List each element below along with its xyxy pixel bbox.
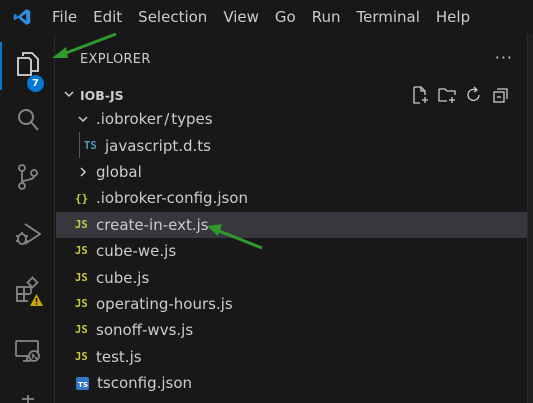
tree-file-operating-hours-js[interactable]: JS operating-hours.js xyxy=(56,291,527,317)
activity-bar: 7 xyxy=(0,34,55,403)
editor-edge xyxy=(527,34,533,403)
run-debug-icon xyxy=(14,220,42,252)
section-actions xyxy=(410,84,511,106)
file-label: test.js xyxy=(96,347,142,366)
new-folder-icon[interactable] xyxy=(437,85,457,105)
folder-label-sub: types xyxy=(171,110,213,129)
workspace-title: IOB-JS xyxy=(80,87,124,103)
menu-edit[interactable]: Edit xyxy=(85,0,130,34)
menu-selection[interactable]: Selection xyxy=(130,0,215,34)
menu-go[interactable]: Go xyxy=(267,0,304,34)
file-label: tsconfig.json xyxy=(97,374,193,393)
menu-terminal[interactable]: Terminal xyxy=(349,0,428,34)
javascript-file-icon: JS xyxy=(75,245,88,258)
menu-help[interactable]: Help xyxy=(428,0,478,34)
refresh-icon[interactable] xyxy=(464,85,484,105)
chevron-down-icon xyxy=(62,87,76,104)
activity-source-control[interactable] xyxy=(0,155,55,203)
tree-file-test-js[interactable]: JS test.js xyxy=(56,344,527,370)
javascript-file-icon: JS xyxy=(75,350,88,363)
new-file-icon[interactable] xyxy=(410,85,430,105)
chevron-down-icon xyxy=(76,112,90,126)
tree-file-create-in-ext-js[interactable]: JS create-in-ext.js xyxy=(56,211,527,238)
partial-icon xyxy=(18,379,38,403)
javascript-file-icon: JS xyxy=(75,271,88,284)
file-label: .iobroker-config.json xyxy=(96,189,248,208)
file-label: cube.js xyxy=(96,268,150,287)
tree-file-iobroker-config-json[interactable]: {} .iobroker-config.json xyxy=(56,185,527,211)
title-bar: File Edit Selection View Go Run Terminal… xyxy=(0,0,533,34)
tree-file-javascript-d-ts[interactable]: TS javascript.d.ts xyxy=(56,132,527,158)
more-actions-icon[interactable]: ··· xyxy=(495,48,513,67)
activity-remote-explorer[interactable] xyxy=(0,329,55,377)
file-label: cube-we.js xyxy=(96,242,177,261)
source-control-icon xyxy=(15,163,41,195)
menu-view[interactable]: View xyxy=(215,0,267,34)
javascript-file-icon: JS xyxy=(75,297,88,310)
file-label: javascript.d.ts xyxy=(105,136,211,155)
activity-extensions[interactable] xyxy=(0,268,55,316)
explorer-header: EXPLORER ··· xyxy=(56,34,527,84)
file-label: sonoff-wvs.js xyxy=(96,321,194,340)
menu-run[interactable]: Run xyxy=(304,0,349,34)
warning-icon xyxy=(28,292,44,308)
tree-file-cube-js[interactable]: JS cube.js xyxy=(56,264,527,290)
collapse-all-icon[interactable] xyxy=(491,85,511,105)
tree-folder-iobroker-types[interactable]: .iobroker / types xyxy=(56,106,527,132)
folder-label: .iobroker xyxy=(96,110,163,129)
tree-file-tsconfig-json[interactable]: TS tsconfig.json xyxy=(56,370,527,396)
tree-file-sonoff-wvs-js[interactable]: JS sonoff-wvs.js xyxy=(56,317,527,343)
activity-explorer[interactable]: 7 xyxy=(0,42,55,92)
activity-run-debug[interactable] xyxy=(0,212,55,260)
tsconfig-file-icon: TS xyxy=(76,376,89,390)
chevron-right-icon xyxy=(76,165,90,179)
folder-label: global xyxy=(96,162,142,181)
menu-file[interactable]: File xyxy=(44,0,85,34)
explorer-badge: 7 xyxy=(27,75,44,92)
typescript-file-icon: TS xyxy=(84,139,97,152)
file-label: create-in-ext.js xyxy=(96,215,209,234)
vscode-logo-icon xyxy=(0,0,44,34)
explorer-sidebar: EXPLORER ··· IOB-JS .iobroker / types TS… xyxy=(56,34,527,403)
tree-folder-global[interactable]: global xyxy=(56,159,527,185)
activity-more[interactable] xyxy=(0,379,55,403)
activity-search[interactable] xyxy=(0,98,55,146)
path-separator: / xyxy=(164,110,170,129)
explorer-title: EXPLORER xyxy=(80,51,151,67)
json-file-icon: {} xyxy=(75,191,89,205)
tree-file-cube-we-js[interactable]: JS cube-we.js xyxy=(56,238,527,264)
search-icon xyxy=(15,107,41,137)
javascript-file-icon: JS xyxy=(75,218,88,231)
javascript-file-icon: JS xyxy=(75,324,88,337)
file-label: operating-hours.js xyxy=(96,294,233,313)
menu-bar: File Edit Selection View Go Run Terminal… xyxy=(44,0,478,34)
remote-explorer-icon xyxy=(14,338,42,368)
workspace-section-header[interactable]: IOB-JS xyxy=(56,84,527,106)
